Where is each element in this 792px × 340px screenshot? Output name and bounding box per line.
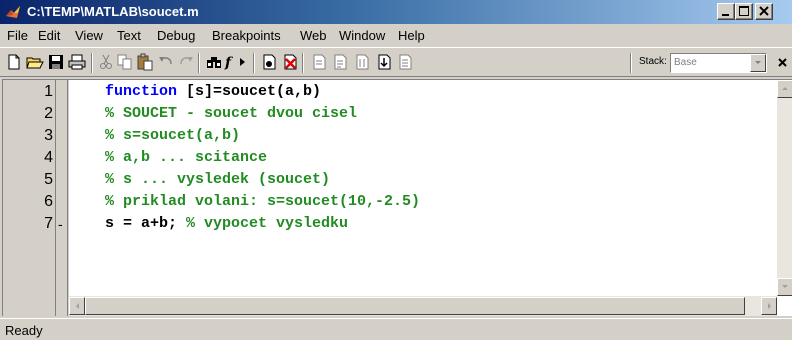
toolbar-separator [253, 53, 255, 73]
menu-web[interactable]: Web [300, 28, 327, 43]
code-line[interactable]: % SOUCET - soucet dvou cisel [105, 103, 357, 125]
undo-icon[interactable] [157, 53, 175, 71]
breakpoint-column-divider [67, 80, 68, 316]
toolbar-separator [630, 53, 632, 73]
title-bar[interactable]: C:\TEMP\MATLAB\soucet.m [0, 0, 792, 24]
code-line[interactable]: % s=soucet(a,b) [105, 125, 240, 147]
keyword-token: function [105, 83, 178, 100]
open-folder-icon[interactable] [26, 53, 44, 71]
paste-icon[interactable] [136, 53, 154, 71]
redo-icon[interactable] [177, 53, 195, 71]
status-text: Ready [5, 323, 43, 338]
menu-view[interactable]: View [75, 28, 103, 43]
stack-label: Stack: [639, 56, 667, 67]
window-title: C:\TEMP\MATLAB\soucet.m [27, 4, 199, 19]
save-icon[interactable] [47, 53, 65, 71]
chevron-up-icon [782, 87, 788, 90]
menu-debug[interactable]: Debug [157, 28, 195, 43]
function-icon[interactable]: f [224, 53, 248, 71]
line-number: 1 [44, 83, 53, 100]
scroll-up-button[interactable] [777, 80, 792, 98]
close-button[interactable] [755, 3, 773, 20]
line-number: 3 [44, 127, 53, 144]
close-icon [759, 6, 769, 16]
minimize-icon [722, 14, 729, 16]
comment-token: % s=soucet(a,b) [105, 127, 241, 144]
maximize-button[interactable] [735, 3, 753, 20]
gutter-divider [55, 80, 56, 316]
close-editor-icon[interactable] [774, 53, 792, 71]
step-icon[interactable] [310, 53, 328, 71]
cut-icon[interactable] [97, 53, 115, 71]
step-in-icon[interactable] [331, 53, 349, 71]
svg-text:f: f [224, 55, 234, 71]
line-number: 6 [44, 193, 53, 210]
toolbar-separator [302, 53, 304, 73]
toolbar-separator [91, 53, 93, 73]
scroll-down-button[interactable] [777, 278, 792, 296]
toolbar-separator [198, 53, 200, 73]
comment-token: % SOUCET - soucet dvou cisel [105, 105, 358, 122]
status-bar: Ready [0, 318, 792, 340]
maximize-icon [739, 6, 749, 16]
comment-token: % a,b ... scitance [105, 149, 268, 166]
stack-dropdown[interactable]: Base [670, 53, 767, 73]
step-out-icon[interactable] [353, 53, 371, 71]
comment-token: % s ... vysledek (soucet) [105, 171, 331, 188]
print-icon[interactable] [68, 53, 86, 71]
code-line[interactable]: s = a+b; % vypocet vysledku [105, 213, 348, 235]
scroll-right-button[interactable] [761, 297, 777, 315]
line-number: 5 [44, 171, 53, 188]
chevron-down-icon [782, 285, 788, 288]
new-file-icon[interactable] [5, 53, 23, 71]
code-line[interactable]: function [s]=soucet(a,b) [105, 81, 321, 103]
line-number: 4 [44, 149, 53, 166]
code-editor[interactable]: 1 function [s]=soucet(a,b) 2 % SOUCET - sou… [2, 79, 792, 316]
menu-text[interactable]: Text [117, 28, 141, 43]
chevron-right-icon [768, 303, 771, 309]
stack-value: Base [674, 57, 697, 68]
line-number: 2 [44, 105, 53, 122]
menu-help[interactable]: Help [398, 28, 425, 43]
code-token: s = a+b; [105, 215, 187, 232]
chevron-left-icon [76, 303, 79, 309]
menu-breakpoints[interactable]: Breakpoints [212, 28, 281, 43]
exit-debug-icon[interactable] [396, 53, 414, 71]
horizontal-scrollbar[interactable] [69, 296, 777, 316]
toolbar: f Stack: Base [0, 47, 792, 77]
matlab-logo-icon [6, 6, 20, 18]
set-breakpoint-icon[interactable] [260, 53, 278, 71]
find-icon[interactable] [205, 53, 223, 71]
code-line[interactable]: % a,b ... scitance [105, 147, 267, 169]
comment-token: % priklad volani: s=soucet(10,-2.5) [105, 193, 421, 210]
scroll-left-button[interactable] [69, 297, 85, 315]
menu-bar: File Edit View Text Debug Breakpoints We… [0, 25, 792, 46]
code-line[interactable]: % s ... vysledek (soucet) [105, 169, 330, 191]
menu-edit[interactable]: Edit [38, 28, 60, 43]
continue-icon[interactable] [375, 53, 393, 71]
code-token: [s]=soucet(a,b) [177, 83, 322, 100]
horizontal-scroll-thumb[interactable] [85, 297, 745, 315]
copy-icon[interactable] [116, 53, 134, 71]
comment-token: % vypocet vysledku [186, 215, 349, 232]
dropdown-arrow-button[interactable] [750, 54, 766, 72]
breakpoint-marker[interactable]: - [58, 213, 66, 235]
line-number: 7 [44, 215, 53, 232]
menu-file[interactable]: File [7, 28, 28, 43]
minimize-button[interactable] [717, 3, 735, 20]
clear-breakpoints-icon[interactable] [281, 53, 299, 71]
editor-window: C:\TEMP\MATLAB\soucet.m File Edit View T… [0, 0, 792, 340]
vertical-scrollbar[interactable] [777, 80, 792, 296]
chevron-down-icon [755, 61, 761, 64]
code-line[interactable]: % priklad volani: s=soucet(10,-2.5) [105, 191, 420, 213]
menu-window[interactable]: Window [339, 28, 385, 43]
